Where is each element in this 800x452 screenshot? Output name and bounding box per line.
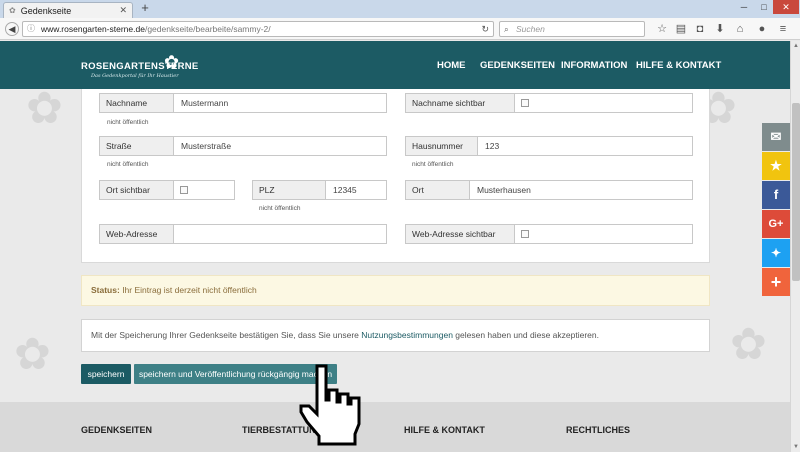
web-adresse-field[interactable]: Web-Adresse <box>99 224 387 244</box>
star-icon[interactable]: ★ <box>762 152 790 180</box>
terms-link[interactable]: Nutzungsbestimmungen <box>361 330 453 340</box>
share-bar: ✉ ★ f G+ ✦ + <box>762 123 790 297</box>
nav-hilfe-kontakt[interactable]: HILFE & KONTAKT <box>636 60 721 71</box>
download-icon[interactable]: ⬇ <box>713 22 727 36</box>
strasse-hint: nicht öffentlich <box>107 161 149 168</box>
close-tab-icon[interactable]: ✕ <box>119 5 127 16</box>
nachname-field[interactable]: Nachname Mustermann <box>99 93 387 113</box>
plz-field[interactable]: PLZ 12345 <box>252 180 387 200</box>
strasse-label: Straße <box>100 137 174 155</box>
status-text: Ihr Eintrag ist derzeit nicht öffentlich <box>122 285 257 295</box>
scroll-down-icon[interactable]: ▼ <box>791 442 800 452</box>
scrollbar-thumb[interactable] <box>792 103 800 281</box>
ort-label: Ort <box>406 181 470 199</box>
consent-text-after: gelesen haben und diese akzeptieren. <box>452 330 599 340</box>
tab-title: Gedenkseite <box>20 5 72 16</box>
maximize-button[interactable]: □ <box>755 0 773 14</box>
plz-label: PLZ <box>253 181 326 199</box>
logo-text: ROSENGARTENSTERNE <box>81 61 199 72</box>
consent-text-before: Mit der Speicherung Ihrer Gedenkseite be… <box>91 330 362 340</box>
back-button[interactable]: ◀ <box>5 22 19 36</box>
site-footer: GEDENKSEITEN TIERBESTATTUNG HILFE & KONT… <box>0 402 790 452</box>
browser-tab[interactable]: ✿ Gedenkseite ✕ <box>3 2 133 18</box>
strasse-field[interactable]: Straße Musterstraße <box>99 136 387 156</box>
address-bar[interactable]: ⓘ www.rosengarten-sterne.de/gedenkseite/… <box>22 21 494 37</box>
nachname-sichtbar-value <box>515 94 692 112</box>
facebook-icon[interactable]: f <box>762 181 790 209</box>
minimize-button[interactable]: ─ <box>735 0 753 14</box>
nav-gedenkseiten[interactable]: GEDENKSEITEN <box>480 60 555 71</box>
nachname-input[interactable]: Mustermann <box>174 94 386 112</box>
home-icon[interactable]: ⌂ <box>733 22 747 36</box>
pocket-icon[interactable]: ◘ <box>693 22 707 36</box>
flower-decoration-icon: ✿ <box>26 89 63 133</box>
nav-home[interactable]: HOME <box>437 60 466 71</box>
strasse-input[interactable]: Musterstraße <box>174 137 386 155</box>
web-adresse-input[interactable] <box>174 225 386 243</box>
hand-cursor-icon <box>299 364 361 446</box>
browser-tab-bar: ✿ Gedenkseite ✕ + ─ □ ✕ <box>0 0 800 18</box>
search-placeholder: Suchen <box>516 24 545 34</box>
nachname-sichtbar-field[interactable]: Nachname sichtbar <box>405 93 693 113</box>
nav-information[interactable]: INFORMATION <box>561 60 627 71</box>
ort-input[interactable]: Musterhausen <box>470 181 692 199</box>
url-path: /gedenkseite/bearbeite/sammy-2/ <box>144 24 271 34</box>
scroll-up-icon[interactable]: ▲ <box>791 41 800 51</box>
footer-rechtliches[interactable]: RECHTLICHES <box>566 425 630 435</box>
nachname-sichtbar-checkbox[interactable] <box>521 99 529 107</box>
web-adresse-sichtbar-field[interactable]: Web-Adresse sichtbar <box>405 224 693 244</box>
favicon-icon: ✿ <box>9 6 16 15</box>
site-info-icon[interactable]: ⓘ <box>27 22 35 36</box>
page-content: ✿ ✿ ✿ ✿ Nachname Mustermann nicht öffent… <box>0 89 790 402</box>
page-scrollbar[interactable]: ▲ ▼ <box>790 41 800 452</box>
flower-icon: ✿ <box>164 52 180 72</box>
address-form: Nachname Mustermann nicht öffentlich Nac… <box>81 89 710 263</box>
footer-hilfe-kontakt[interactable]: HILFE & KONTAKT <box>404 425 485 435</box>
reading-list-icon[interactable]: ▤ <box>674 22 688 36</box>
nachname-sichtbar-label: Nachname sichtbar <box>406 94 515 112</box>
save-button[interactable]: speichern <box>81 364 131 384</box>
window-close-button[interactable]: ✕ <box>773 0 799 14</box>
ort-sichtbar-value <box>174 181 234 199</box>
bookmark-star-icon[interactable]: ☆ <box>655 22 669 36</box>
web-adresse-sichtbar-value <box>515 225 692 243</box>
search-icon: ⌕ <box>504 24 509 34</box>
flower-decoration-icon: ✿ <box>14 330 51 379</box>
browser-nav-bar: ◀ ⓘ www.rosengarten-sterne.de/gedenkseit… <box>0 18 800 40</box>
site-header: ROSENGARTENSTERNE Das Gedenkportal für I… <box>0 41 790 89</box>
ort-sichtbar-field[interactable]: Ort sichtbar <box>99 180 235 200</box>
flower-decoration-icon: ✿ <box>730 320 767 369</box>
nachname-label: Nachname <box>100 94 174 112</box>
google-plus-icon[interactable]: G+ <box>762 210 790 238</box>
web-adresse-label: Web-Adresse <box>100 225 174 243</box>
chat-icon[interactable]: ● <box>755 22 769 36</box>
site-logo[interactable]: ROSENGARTENSTERNE Das Gedenkportal für I… <box>81 52 199 79</box>
more-icon[interactable]: + <box>762 268 790 296</box>
nachname-hint: nicht öffentlich <box>107 119 149 126</box>
plz-input[interactable]: 12345 <box>326 181 386 199</box>
hausnummer-input[interactable]: 123 <box>478 137 692 155</box>
hausnummer-label: Hausnummer <box>406 137 478 155</box>
menu-icon[interactable]: ≡ <box>776 22 790 36</box>
hausnummer-field[interactable]: Hausnummer 123 <box>405 136 693 156</box>
plz-hint: nicht öffentlich <box>259 205 301 212</box>
ort-sichtbar-checkbox[interactable] <box>180 186 188 194</box>
new-tab-button[interactable]: + <box>138 1 152 15</box>
url-host: www.rosengarten-sterne.de <box>41 24 145 34</box>
footer-gedenkseiten[interactable]: GEDENKSEITEN <box>81 425 152 435</box>
twitter-icon[interactable]: ✦ <box>762 239 790 267</box>
search-input[interactable]: ⌕ Suchen <box>499 21 645 37</box>
consent-notice: Mit der Speicherung Ihrer Gedenkseite be… <box>81 319 710 352</box>
ort-sichtbar-label: Ort sichtbar <box>100 181 174 199</box>
reload-icon[interactable]: ↻ <box>481 22 489 36</box>
mail-icon[interactable]: ✉ <box>762 123 790 151</box>
web-adresse-sichtbar-label: Web-Adresse sichtbar <box>406 225 515 243</box>
logo-tagline: Das Gedenkportal für Ihr Haustier <box>91 73 179 79</box>
hausnummer-hint: nicht öffentlich <box>412 161 454 168</box>
ort-field[interactable]: Ort Musterhausen <box>405 180 693 200</box>
status-message: Status: Ihr Eintrag ist derzeit nicht öf… <box>81 275 710 306</box>
status-label: Status: <box>91 285 120 295</box>
web-adresse-sichtbar-checkbox[interactable] <box>521 230 529 238</box>
